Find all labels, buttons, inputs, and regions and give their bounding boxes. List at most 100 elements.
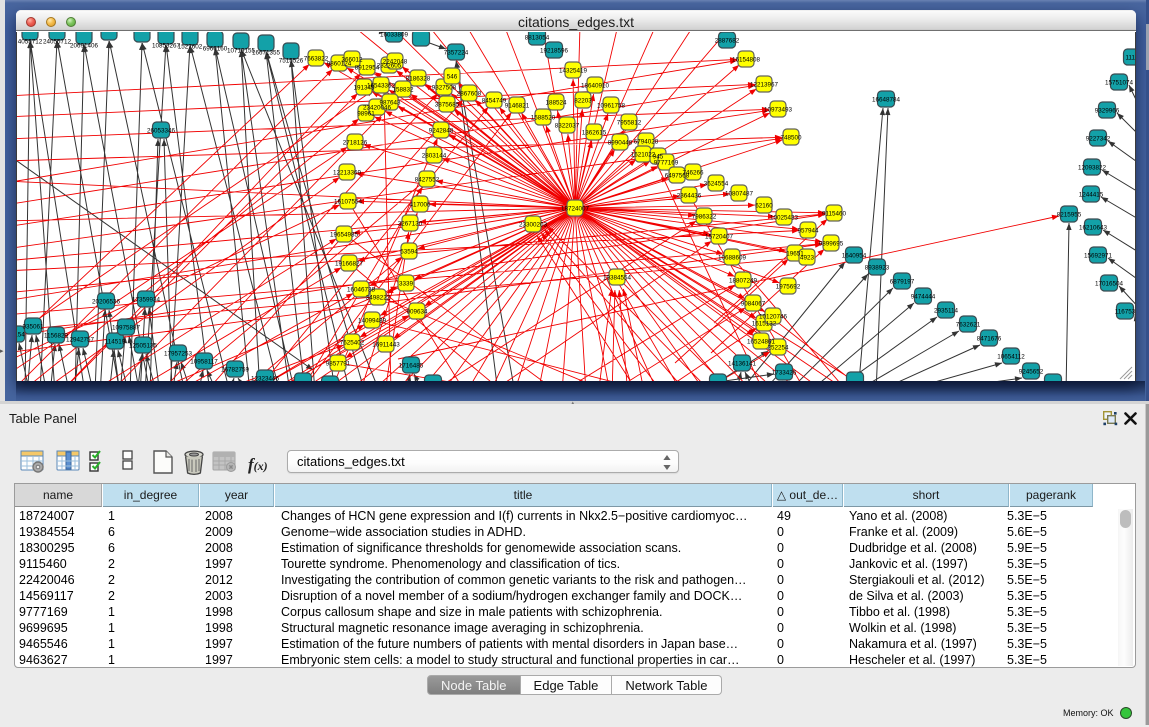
svg-text:12213369: 12213369	[333, 169, 362, 176]
svg-text:10975887: 10975887	[112, 324, 141, 331]
svg-text:8990448: 8990448	[608, 139, 633, 146]
svg-text:9115460: 9115460	[822, 210, 847, 217]
svg-text:2803144: 2803144	[422, 152, 447, 159]
svg-text:14136141: 14136141	[728, 360, 757, 367]
svg-text:16648784: 16648784	[872, 96, 901, 103]
svg-text:10120746: 10120746	[759, 313, 788, 320]
svg-text:26053346: 26053346	[147, 127, 176, 134]
svg-text:9084067: 9084067	[741, 300, 766, 307]
svg-text:16210643: 16210643	[1079, 224, 1108, 231]
svg-text:1362615: 1362615	[582, 129, 607, 136]
svg-text:16046738: 16046738	[347, 286, 376, 293]
svg-text:19166827: 19166827	[335, 260, 364, 267]
svg-text:18640910: 18640910	[581, 82, 610, 89]
svg-text:20691406: 20691406	[70, 43, 99, 50]
svg-text:9777169: 9777169	[654, 159, 679, 166]
svg-text:546: 546	[447, 73, 458, 80]
svg-text:9474444: 9474444	[911, 293, 936, 300]
svg-text:14325419: 14325419	[559, 67, 588, 74]
svg-text:366012: 366012	[341, 56, 363, 63]
svg-text:2364436: 2364436	[677, 192, 702, 199]
svg-text:957944: 957944	[797, 227, 819, 234]
svg-text:9245652: 9245652	[1019, 368, 1044, 375]
svg-text:82203: 82203	[574, 97, 592, 104]
svg-text:8471676: 8471676	[977, 335, 1002, 342]
svg-text:9227342: 9227342	[1086, 135, 1111, 142]
svg-text:8186328: 8186328	[406, 75, 431, 82]
svg-text:3624554: 3624554	[704, 180, 729, 187]
svg-text:16911443: 16911443	[372, 341, 400, 348]
svg-text:1527602: 1527602	[178, 44, 203, 51]
svg-text:15751074: 15751074	[1105, 79, 1134, 86]
svg-text:3339: 3339	[399, 280, 414, 287]
svg-text:17359934: 17359934	[132, 296, 161, 303]
svg-text:8454749: 8454749	[482, 97, 507, 104]
svg-text:16107554: 16107554	[334, 198, 363, 205]
svg-text:4923: 4923	[800, 254, 815, 261]
svg-text:909634: 909634	[406, 308, 428, 315]
svg-text:9146821: 9146821	[505, 102, 530, 109]
svg-text:8427552: 8427552	[415, 176, 440, 183]
svg-text:9242848: 9242848	[429, 127, 454, 134]
svg-text:2718126: 2718126	[343, 139, 368, 146]
svg-text:6879197: 6879197	[890, 278, 915, 285]
svg-text:1716485: 1716485	[399, 362, 424, 369]
svg-text:10807487: 10807487	[725, 190, 754, 197]
svg-text:2935114: 2935114	[934, 307, 959, 314]
svg-text:3498222: 3498222	[366, 294, 391, 301]
svg-text:12093822: 12093822	[1078, 164, 1107, 171]
svg-text:14099489: 14099489	[358, 317, 387, 324]
svg-text:6794028: 6794028	[634, 138, 659, 145]
svg-text:98961: 98961	[357, 110, 375, 117]
svg-text:2887682: 2887682	[715, 37, 740, 44]
svg-text:252254: 252254	[767, 344, 789, 351]
svg-text:3267130: 3267130	[398, 220, 423, 227]
svg-text:116753: 116753	[1115, 308, 1135, 315]
svg-text:19654985: 19654985	[330, 231, 359, 238]
svg-text:7357224: 7357224	[444, 49, 469, 56]
svg-text:1156829: 1156829	[44, 332, 69, 339]
svg-text:12505135: 12505135	[129, 342, 158, 349]
svg-text:62160: 62160	[755, 202, 773, 209]
svg-text:12323446: 12323446	[251, 375, 280, 381]
svg-text:8813054: 8813054	[525, 34, 550, 41]
svg-text:20206536: 20206536	[92, 298, 121, 305]
svg-text:2867608: 2867608	[457, 90, 482, 97]
svg-text:1615132: 1615132	[752, 320, 777, 327]
svg-text:18807249: 18807249	[729, 277, 758, 284]
svg-text:158832: 158832	[392, 86, 414, 93]
svg-text:17957253: 17957253	[164, 350, 193, 357]
svg-text:24055712: 24055712	[43, 39, 72, 46]
svg-text:7515526: 7515526	[279, 58, 304, 65]
svg-text:8322037: 8322037	[555, 122, 580, 129]
svg-text:748500: 748500	[780, 134, 802, 141]
svg-text:12213967: 12213967	[750, 81, 779, 88]
svg-text:191345: 191345	[353, 84, 375, 91]
svg-text:10853267: 10853267	[152, 43, 181, 50]
svg-text:3875685: 3875685	[435, 101, 460, 108]
svg-text:188524: 188524	[545, 99, 567, 106]
svg-text:7625402: 7625402	[340, 339, 365, 346]
svg-text:1117: 1117	[1125, 54, 1135, 61]
svg-text:1975692: 1975692	[776, 283, 801, 290]
svg-text:15692971: 15692971	[1084, 252, 1113, 259]
svg-text:746266: 746266	[682, 169, 704, 176]
svg-text:1640954: 1640954	[842, 252, 867, 259]
svg-text:19384554: 19384554	[603, 274, 632, 281]
svg-text:4055712: 4055712	[18, 39, 43, 46]
svg-text:7955812: 7955812	[617, 119, 642, 126]
svg-text:19218596: 19218596	[540, 47, 569, 54]
svg-text:9899695: 9899695	[819, 240, 844, 247]
svg-text:417006: 417006	[409, 201, 431, 208]
svg-text:10654112: 10654112	[997, 353, 1025, 360]
svg-text:53594: 53594	[400, 248, 418, 255]
svg-text:1733426: 1733426	[772, 369, 797, 376]
svg-text:12942757: 12942757	[66, 336, 95, 343]
svg-text:16154808: 16154808	[732, 56, 761, 63]
svg-text:8938923: 8938923	[865, 264, 890, 271]
svg-text:16782759: 16782759	[221, 366, 250, 373]
svg-text:6966160: 6966160	[203, 46, 228, 53]
svg-text:9329966: 9329966	[1095, 107, 1120, 114]
svg-text:15720407: 15720407	[705, 233, 734, 240]
svg-text:114519: 114519	[105, 338, 126, 345]
